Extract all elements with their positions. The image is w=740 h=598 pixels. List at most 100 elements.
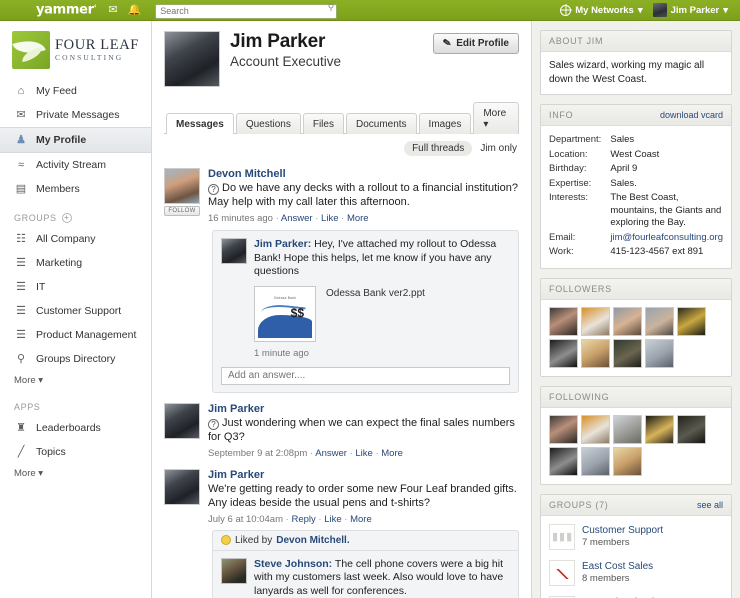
answer-link[interactable]: Answer bbox=[281, 213, 313, 224]
groups-card-header: GROUPS (7) see all bbox=[541, 494, 731, 516]
chevron-down-icon: ▾ bbox=[723, 4, 728, 16]
avatar[interactable] bbox=[613, 306, 642, 336]
company-name-line1: FOUR LEAF bbox=[55, 37, 139, 54]
bell-icon[interactable]: 🔔 bbox=[128, 4, 142, 16]
avatar[interactable] bbox=[164, 168, 200, 204]
sidebar-item-groups-directory[interactable]: ⚲ Groups Directory bbox=[0, 347, 151, 371]
post-author[interactable]: Jim Parker bbox=[208, 403, 519, 415]
info-key: Location: bbox=[549, 148, 588, 160]
groups-more-link[interactable]: More ▾ bbox=[0, 371, 151, 390]
sidebar-item-label: Topics bbox=[36, 446, 66, 458]
question-icon: ? bbox=[208, 184, 219, 195]
tab-more[interactable]: More ▾ bbox=[473, 102, 519, 134]
answer-link[interactable]: Answer bbox=[315, 448, 347, 459]
jim-only-filter[interactable]: Jim only bbox=[480, 143, 517, 154]
post-author[interactable]: Jim Parker bbox=[208, 469, 519, 481]
avatar[interactable] bbox=[549, 414, 578, 444]
avatar[interactable] bbox=[164, 402, 200, 439]
avatar[interactable] bbox=[677, 414, 706, 444]
avatar[interactable] bbox=[581, 338, 610, 368]
company-name-line2: CONSULTING bbox=[55, 52, 124, 62]
avatar[interactable] bbox=[645, 414, 674, 444]
company-logo[interactable]: FOUR LEAF CONSULTING bbox=[0, 29, 151, 79]
reply-link[interactable]: Reply bbox=[291, 514, 315, 525]
tab-questions[interactable]: Questions bbox=[235, 113, 301, 134]
tab-images[interactable]: Images bbox=[418, 113, 472, 134]
yammer-logo[interactable]: yammer‹ bbox=[36, 2, 97, 17]
email-link[interactable]: jim@fourleafconsulting.org bbox=[610, 232, 723, 243]
like-link[interactable]: Like bbox=[355, 448, 372, 459]
info-value: April 9 bbox=[610, 163, 638, 174]
full-threads-filter[interactable]: Full threads bbox=[404, 141, 473, 156]
sidebar-item-private-messages[interactable]: ✉ Private Messages bbox=[0, 103, 151, 127]
avatar[interactable] bbox=[164, 468, 200, 505]
like-link[interactable]: Like bbox=[324, 514, 341, 525]
sidebar-item-label: Private Messages bbox=[36, 109, 120, 121]
tab-documents[interactable]: Documents bbox=[345, 113, 417, 134]
tab-messages[interactable]: Messages bbox=[166, 113, 234, 134]
avatar[interactable] bbox=[613, 446, 642, 476]
avatar[interactable] bbox=[645, 338, 674, 368]
liked-by-user[interactable]: Devon Mitchell. bbox=[276, 535, 349, 546]
avatar[interactable] bbox=[549, 446, 578, 476]
apps-more-link[interactable]: More ▾ bbox=[0, 464, 151, 483]
post-author[interactable]: Devon Mitchell bbox=[208, 168, 519, 180]
groups-section-header: GROUPS + bbox=[0, 201, 151, 227]
envelope-icon[interactable]: ✉ bbox=[108, 4, 117, 16]
list-item[interactable]: East Cost Sales 8 members bbox=[549, 555, 723, 591]
edit-profile-button[interactable]: ✎ Edit Profile bbox=[432, 33, 519, 54]
more-link[interactable]: More bbox=[381, 448, 403, 459]
sidebar-item-my-feed[interactable]: ⌂ My Feed bbox=[0, 79, 151, 103]
avatar[interactable] bbox=[221, 238, 247, 264]
avatar[interactable] bbox=[549, 306, 578, 336]
more-link[interactable]: More bbox=[350, 514, 372, 525]
sidebar-item-members[interactable]: ▤ Members bbox=[0, 177, 151, 201]
see-all-link[interactable]: see all bbox=[697, 500, 723, 510]
group-name[interactable]: Customer Support bbox=[582, 524, 663, 537]
sidebar-item-it[interactable]: ☰ IT bbox=[0, 275, 151, 299]
like-link[interactable]: Like bbox=[321, 213, 338, 224]
reply-author[interactable]: Jim Parker: bbox=[254, 238, 311, 250]
followers-avatar-grid bbox=[549, 306, 723, 368]
user-menu[interactable]: Jim Parker ▾ bbox=[652, 3, 728, 17]
list-item[interactable]: Customer Support 7 members bbox=[549, 519, 723, 555]
add-answer-input[interactable] bbox=[221, 366, 510, 385]
avatar[interactable] bbox=[581, 306, 610, 336]
avatar[interactable] bbox=[613, 414, 642, 444]
avatar[interactable] bbox=[221, 557, 247, 584]
sidebar-item-product-management[interactable]: ☰ Product Management bbox=[0, 323, 151, 347]
download-vcard-link[interactable]: download vcard bbox=[660, 110, 723, 120]
comment-author[interactable]: Steve Johnson: bbox=[254, 558, 332, 570]
avatar[interactable] bbox=[549, 338, 578, 368]
sidebar-item-activity-stream[interactable]: ≈ Activity Stream bbox=[0, 153, 151, 177]
sidebar-item-customer-support[interactable]: ☰ Customer Support bbox=[0, 299, 151, 323]
sidebar-item-leaderboards[interactable]: ♜ Leaderboards bbox=[0, 416, 151, 440]
sidebar-item-all-company[interactable]: ☷ All Company bbox=[0, 227, 151, 251]
more-link[interactable]: More bbox=[347, 213, 369, 224]
dollar-icon: $$ bbox=[290, 305, 304, 320]
avatar[interactable] bbox=[677, 306, 706, 336]
avatar[interactable] bbox=[645, 306, 674, 336]
search-input[interactable] bbox=[155, 3, 338, 19]
follow-button[interactable]: FOLLOW bbox=[164, 206, 200, 216]
plus-circle-icon[interactable]: + bbox=[61, 213, 72, 223]
avatar[interactable] bbox=[581, 414, 610, 444]
comment-body: Steve Johnson: The cell phone covers wer… bbox=[254, 558, 510, 598]
tab-files[interactable]: Files bbox=[302, 113, 344, 134]
post-text-content: Just wondering when we can expect the fi… bbox=[208, 416, 515, 443]
avatar[interactable] bbox=[613, 338, 642, 368]
group-name[interactable]: East Cost Sales bbox=[582, 560, 653, 573]
list-item[interactable]: International Sales 7 members bbox=[549, 591, 723, 598]
attachment[interactable]: Odessa Bank $$ Odessa Bank ver2.ppt bbox=[254, 285, 510, 342]
sidebar-apps-list: ♜ Leaderboards ╱ Topics More ▾ bbox=[0, 416, 151, 483]
comment-list: Steve Johnson: The cell phone covers wer… bbox=[212, 549, 519, 598]
my-networks-menu[interactable]: My Networks ▾ bbox=[560, 4, 643, 16]
post-body: Devon Mitchell ? Do we have any decks wit… bbox=[208, 168, 519, 393]
followers-card: FOLLOWERS bbox=[540, 277, 732, 377]
group-icon: ☰ bbox=[16, 257, 26, 269]
sidebar-item-my-profile[interactable]: ♟ My Profile bbox=[0, 127, 151, 153]
attachment-filename[interactable]: Odessa Bank ver2.ppt bbox=[326, 286, 425, 299]
avatar[interactable] bbox=[581, 446, 610, 476]
sidebar-item-marketing[interactable]: ☰ Marketing bbox=[0, 251, 151, 275]
sidebar-item-topics[interactable]: ╱ Topics bbox=[0, 440, 151, 464]
